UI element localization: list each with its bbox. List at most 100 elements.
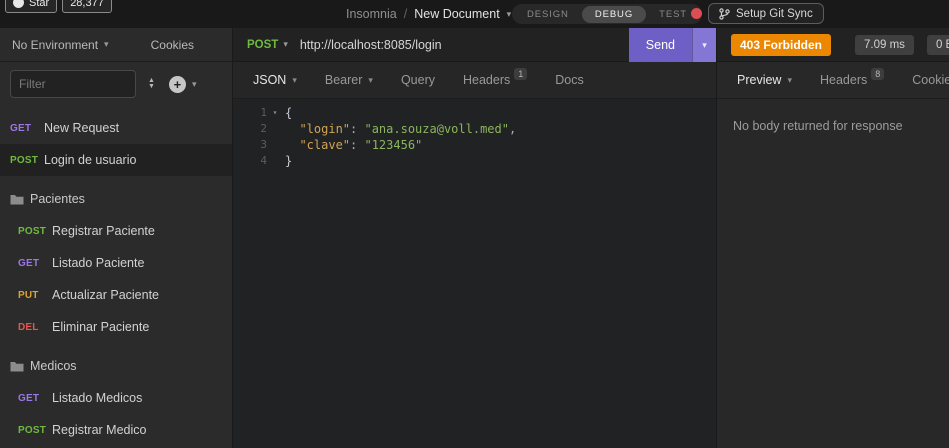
method-tag: GET [18, 392, 40, 404]
folder-label: Medicos [30, 359, 77, 373]
editor-line[interactable]: 2 "login": "ana.souza@voll.med", [241, 121, 716, 137]
environment-selector[interactable]: No Environment ▾ [12, 38, 109, 52]
git-branch-icon [719, 7, 730, 20]
request-label: Actualizar Paciente [52, 288, 160, 302]
sidebar-request[interactable]: POST Registrar Paciente [0, 215, 232, 247]
method-label: POST [247, 38, 279, 51]
topbar: Star 28,377 Insomnia / New Document ▾ DE… [0, 0, 949, 28]
github-star-count[interactable]: 28,377 [62, 0, 112, 13]
method-tag: POST [18, 424, 47, 436]
line-number: 4 [260, 154, 267, 167]
chevron-down-icon: ▾ [368, 74, 373, 85]
sidebar-request[interactable]: DEL Eliminar Paciente [0, 311, 232, 343]
chevron-down-icon[interactable]: ▾ [192, 79, 197, 89]
sidebar-request[interactable]: GET Listado Paciente [0, 247, 232, 279]
sidebar-folder[interactable]: Pacientes [0, 183, 232, 215]
response-tab-cookie[interactable]: Cookie [898, 62, 949, 98]
github-star-label: Star [29, 0, 50, 9]
folder-icon [10, 361, 24, 371]
chevron-down-icon: ▾ [787, 74, 792, 85]
line-number: 3 [260, 138, 267, 151]
sidebar-request[interactable]: POST Registrar Medico [0, 414, 232, 446]
mode-tab-design[interactable]: DESIGN [514, 6, 582, 23]
code-text: "clave": "123456" [299, 138, 423, 152]
insomnia-app: Star 28,377 Insomnia / New Document ▾ DE… [0, 0, 949, 448]
response-tab-headers[interactable]: Headers 8 [806, 62, 898, 98]
breadcrumb-app-name: Insomnia [346, 7, 397, 21]
setup-git-sync-button[interactable]: Setup Git Sync [708, 3, 824, 24]
method-selector[interactable]: POST ▾ [247, 39, 288, 51]
main-area: No Environment ▾ Cookies ▲▼ + ▾ GET New R… [0, 28, 949, 448]
request-tab-headers[interactable]: Headers 1 [449, 62, 541, 98]
sidebar-filter-row: ▲▼ + ▾ [0, 62, 232, 106]
request-label: Login de usuario [44, 153, 137, 167]
response-tabs: Preview ▾ Headers 8 Cookie [717, 62, 949, 99]
sort-icon[interactable]: ▲ ▼ [148, 77, 155, 90]
method-tag: POST [18, 225, 47, 237]
tab-count-badge: 1 [514, 68, 528, 80]
response-tab-preview[interactable]: Preview ▾ [723, 62, 806, 98]
code-text: "login": "ana.souza@voll.med", [299, 122, 517, 136]
editor-line[interactable]: 1 ▾{ [241, 105, 716, 121]
breadcrumb-document-name[interactable]: New Document [414, 7, 499, 21]
request-tabs: JSON ▾ Bearer ▾ Query Headers 1 Docs [233, 62, 716, 99]
sidebar-request[interactable]: GET New Request [0, 112, 232, 144]
send-button[interactable]: Send [628, 28, 692, 62]
response-time-badge: 7.09 ms [855, 34, 914, 55]
json-editor[interactable]: 1 ▾{2 "login": "ana.souza@voll.med", 3 "cl… [233, 99, 716, 448]
sidebar-env-row: No Environment ▾ Cookies [0, 28, 232, 62]
add-request-button[interactable]: + [168, 75, 186, 93]
request-list: GET New Request POST Login de usuario Pacien… [0, 106, 232, 448]
request-label: Registrar Medico [52, 423, 147, 437]
send-options-button[interactable]: ▾ [692, 28, 716, 62]
sidebar-request[interactable]: PUT Actualizar Paciente [0, 279, 232, 311]
folder-icon [10, 194, 24, 204]
sidebar-request[interactable]: GET Listado Medicos [0, 382, 232, 414]
request-tab-query[interactable]: Query [387, 62, 449, 98]
chevron-down-icon: ▾ [292, 74, 297, 85]
url-bar: POST ▾ http://localhost:8085/login Send … [233, 28, 716, 62]
tab-label: JSON [253, 73, 287, 87]
editor-line[interactable]: 3 "clave": "123456" [241, 137, 716, 153]
method-tag: GET [18, 257, 40, 269]
method-tag: POST [10, 154, 39, 166]
cookies-link[interactable]: Cookies [151, 38, 194, 52]
code-text: { [285, 106, 293, 120]
github-icon [13, 0, 24, 8]
breadcrumb-separator: / [403, 7, 408, 21]
environment-label: No Environment [12, 37, 99, 52]
github-star-button[interactable]: Star [5, 0, 58, 13]
request-label: Listado Paciente [52, 256, 145, 270]
mode-tab-debug[interactable]: DEBUG [581, 5, 647, 23]
method-tag: DEL [18, 321, 39, 333]
fold-arrow-icon[interactable]: ▾ [267, 105, 283, 121]
code-text: } [285, 154, 293, 168]
line-number: 1 [260, 106, 267, 119]
github-star-widget[interactable]: Star 28,377 [5, 0, 112, 13]
response-pane: 403 Forbidden 7.09 ms 0 B Preview ▾ Header… [717, 28, 949, 448]
tab-label: Headers [820, 73, 868, 87]
sidebar-request[interactable]: POST Login de usuario [0, 144, 232, 176]
request-label: Eliminar Paciente [52, 320, 150, 334]
request-tab-json[interactable]: JSON ▾ [239, 62, 311, 98]
filter-input[interactable] [10, 70, 136, 98]
tab-label: Docs [555, 73, 584, 87]
request-tab-docs[interactable]: Docs [541, 62, 597, 98]
url-input[interactable]: http://localhost:8085/login [300, 38, 442, 52]
response-status-badge: 403 Forbidden [731, 33, 832, 56]
breadcrumb[interactable]: Insomnia / New Document ▾ [346, 0, 511, 28]
tab-label: Headers [462, 73, 511, 87]
chevron-down-icon: ▾ [283, 39, 288, 49]
request-label: New Request [44, 121, 120, 135]
tab-label: Bearer [324, 73, 363, 87]
notification-dot[interactable] [691, 8, 702, 19]
request-tab-bearer[interactable]: Bearer ▾ [311, 62, 387, 98]
editor-line[interactable]: 4} [241, 153, 716, 169]
sidebar-folder[interactable]: Medicos [0, 350, 232, 382]
response-size-badge: 0 B [926, 34, 949, 55]
tab-count-badge: 8 [871, 68, 885, 80]
response-body: No body returned for response [717, 99, 949, 448]
folder-label: Pacientes [30, 192, 85, 206]
send-split-button: Send ▾ [628, 28, 716, 62]
